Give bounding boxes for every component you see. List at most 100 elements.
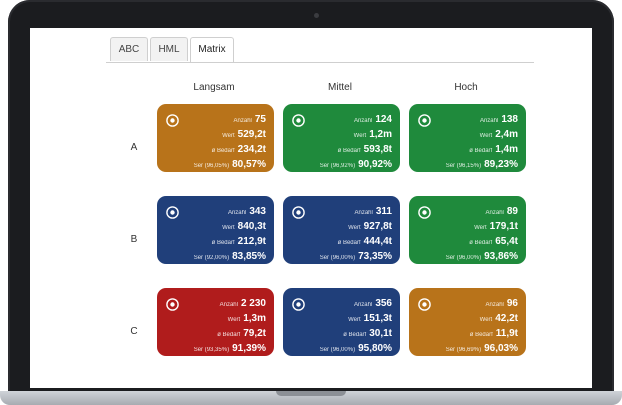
row-header-b: B [130, 234, 138, 245]
value-line: Wert 1,2m [320, 125, 392, 140]
cell-values: Anzahl 311 Wert 927,8t ø Bedarf 444,4t Ser (96… [320, 202, 392, 262]
service-level-value: 73,35% [358, 251, 392, 262]
value-label: Wert [479, 317, 493, 323]
cell-values: Anzahl 96 Wert 42,2t ø Bedarf 11,9t Ser (96,69… [446, 294, 518, 354]
info-circle-icon[interactable] [166, 298, 179, 311]
demand-line: ø Bedarf 30,1t [320, 324, 392, 339]
demand-value: 30,1t [369, 328, 392, 339]
demand-label: ø Bedarf [217, 332, 241, 338]
info-circle-icon[interactable] [166, 206, 179, 219]
demand-value: 593,8t [363, 144, 392, 155]
value-line: Wert 42,2t [446, 309, 518, 324]
count-value: 2 230 [240, 298, 266, 309]
service-level-value: 91,39% [232, 343, 266, 354]
demand-label: ø Bedarf [337, 148, 361, 154]
value-line: Wert 2,4m [446, 125, 518, 140]
value-line: Wert 179,1t [446, 217, 518, 232]
column-header-langsam: Langsam [193, 82, 235, 93]
laptop-notch [276, 391, 346, 396]
service-level-line: Ser (96,15%) 89,23% [446, 155, 518, 170]
demand-value: 1,4m [495, 144, 518, 155]
matrix-cell-b-mittel[interactable]: Anzahl 311 Wert 927,8t ø Bedarf 444,4t Ser (96… [283, 196, 400, 264]
count-value: 96 [506, 298, 518, 309]
demand-label: ø Bedarf [469, 332, 493, 338]
value-value: 1,3m [243, 313, 266, 324]
service-level-line: Ser (96,05%) 80,57% [194, 155, 266, 170]
service-level-line: Ser (93,35%) 91,39% [194, 339, 266, 354]
value-label: Wert [474, 225, 487, 231]
value-value: 1,2m [369, 129, 392, 140]
row-header-a: A [130, 142, 138, 153]
value-line: Wert 151,3t [320, 309, 392, 324]
matrix-cell-c-hoch[interactable]: Anzahl 96 Wert 42,2t ø Bedarf 11,9t Ser (96,69… [409, 288, 526, 356]
service-level-value: 96,03% [484, 343, 518, 354]
service-level-value: 83,85% [232, 251, 266, 262]
count-line: Anzahl 311 [320, 202, 393, 217]
value-line: Wert 529,2t [194, 125, 266, 140]
cell-values: Anzahl 75 Wert 529,2t ø Bedarf 234,2t Ser (96,… [194, 110, 266, 170]
count-label: Anzahl [233, 118, 252, 124]
demand-line: ø Bedarf 444,4t [320, 232, 392, 247]
demand-value: 11,9t [495, 328, 518, 339]
matrix-cell-a-hoch[interactable]: Anzahl 138 Wert 2,4m ø Bedarf 1,4m Ser (96,15%… [409, 104, 526, 172]
demand-line: ø Bedarf 65,4t [446, 232, 518, 247]
service-level-label: Ser (92,00%) [193, 255, 230, 261]
info-circle-icon[interactable] [418, 114, 431, 127]
service-level-line: Ser (92,00%) 83,85% [194, 247, 266, 262]
matrix-cell-a-langsam[interactable]: Anzahl 75 Wert 529,2t ø Bedarf 234,2t Ser (96,… [157, 104, 274, 172]
value-value: 179,1t [489, 221, 518, 232]
demand-label: ø Bedarf [211, 148, 235, 154]
info-circle-icon[interactable] [166, 114, 179, 127]
tab-hml[interactable]: HML [150, 37, 188, 61]
matrix-cell-c-langsam[interactable]: Anzahl 2 230 Wert 1,3m ø Bedarf 79,2t Ser (93,… [157, 288, 274, 356]
service-level-label: Ser (96,00%) [319, 347, 356, 353]
value-value: 151,3t [363, 313, 392, 324]
matrix-cell-b-hoch[interactable]: Anzahl 89 Wert 179,1t ø Bedarf 65,4t Ser (96,0… [409, 196, 526, 264]
matrix-cell-b-langsam[interactable]: Anzahl 343 Wert 840,3t ø Bedarf 212,9t Ser (92… [157, 196, 274, 264]
service-level-line: Ser (96,92%) 90,92% [320, 155, 392, 170]
value-label: Wert [479, 133, 493, 139]
demand-line: ø Bedarf 1,4m [446, 140, 518, 155]
info-circle-icon[interactable] [418, 206, 431, 219]
count-line: Anzahl 75 [194, 110, 266, 125]
value-value: 2,4m [495, 129, 518, 140]
count-line: Anzahl 343 [194, 202, 266, 217]
tab-matrix[interactable]: Matrix [190, 37, 234, 62]
count-line: Anzahl 2 230 [194, 294, 266, 309]
info-circle-icon[interactable] [292, 114, 305, 127]
camera-dot [314, 13, 319, 18]
matrix-cell-c-mittel[interactable]: Anzahl 356 Wert 151,3t ø Bedarf 30,1t Ser (96,… [283, 288, 400, 356]
count-label: Anzahl [219, 302, 238, 308]
value-line: Wert 1,3m [194, 309, 266, 324]
cell-values: Anzahl 343 Wert 840,3t ø Bedarf 212,9t Ser (92… [194, 202, 266, 262]
demand-label: ø Bedarf [469, 148, 493, 154]
count-value: 89 [506, 206, 518, 217]
value-line: Wert 840,3t [194, 217, 266, 232]
count-line: Anzahl 138 [446, 110, 518, 125]
demand-value: 444,4t [363, 236, 392, 247]
demand-line: ø Bedarf 212,9t [194, 232, 266, 247]
value-value: 840,3t [237, 221, 266, 232]
demand-value: 212,9t [237, 236, 266, 247]
service-level-label: Ser (96,05%) [193, 163, 230, 169]
value-label: Wert [348, 225, 361, 231]
info-circle-icon[interactable] [292, 206, 305, 219]
service-level-label: Ser (96,92%) [319, 163, 356, 169]
count-label: Anzahl [353, 302, 373, 308]
matrix-cell-a-mittel[interactable]: Anzahl 124 Wert 1,2m ø Bedarf 593,8t Ser (96,9… [283, 104, 400, 172]
demand-value: 79,2t [243, 328, 266, 339]
cell-values: Anzahl 89 Wert 179,1t ø Bedarf 65,4t Ser (96,0… [446, 202, 518, 262]
tab-abc[interactable]: ABC [110, 37, 148, 61]
count-value: 124 [375, 114, 392, 125]
demand-value: 65,4t [495, 236, 518, 247]
service-level-line: Ser (96,00%) 95,80% [320, 339, 392, 354]
demand-line: ø Bedarf 79,2t [194, 324, 266, 339]
count-label: Anzahl [227, 210, 247, 216]
info-circle-icon[interactable] [292, 298, 305, 311]
count-value: 138 [501, 114, 518, 125]
count-label: Anzahl [354, 210, 373, 216]
cell-values: Anzahl 2 230 Wert 1,3m ø Bedarf 79,2t Ser (93,… [194, 294, 266, 354]
info-circle-icon[interactable] [418, 298, 431, 311]
service-level-label: Ser (96,00%) [445, 255, 482, 261]
row-header-c: C [130, 326, 138, 337]
